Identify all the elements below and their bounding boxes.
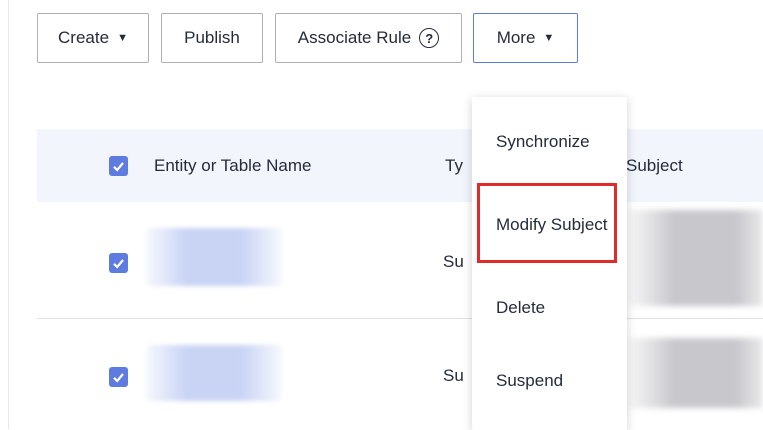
row-divider — [37, 318, 763, 319]
left-border — [8, 0, 9, 429]
checkmark-icon — [113, 161, 124, 172]
column-header-name[interactable]: Entity or Table Name — [154, 156, 311, 176]
associate-rule-button[interactable]: Associate Rule ? — [275, 13, 462, 63]
create-button[interactable]: Create ▼ — [37, 13, 149, 63]
caret-down-icon: ▼ — [117, 32, 128, 44]
publish-button[interactable]: Publish — [161, 13, 263, 63]
associate-rule-label: Associate Rule — [297, 28, 412, 47]
row-type-cell: Su — [443, 252, 464, 271]
menu-item-suspend[interactable]: Suspend — [472, 361, 627, 401]
row-checkbox[interactable] — [109, 367, 128, 387]
menu-item-modify-subject[interactable]: Modify Subject — [472, 205, 627, 245]
more-label: More — [496, 28, 536, 47]
redacted-subject — [627, 210, 763, 306]
checkmark-icon — [113, 372, 124, 383]
caret-down-icon: ▼ — [543, 32, 555, 44]
select-all-checkbox[interactable] — [109, 156, 128, 176]
menu-item-synchronize[interactable]: Synchronize — [472, 122, 627, 162]
create-label: Create — [58, 28, 110, 47]
more-button[interactable]: More ▼ — [473, 13, 578, 63]
menu-item-delete[interactable]: Delete — [472, 288, 627, 328]
publish-label: Publish — [184, 28, 240, 47]
row-checkbox[interactable] — [109, 253, 128, 273]
redacted-subject — [627, 338, 763, 408]
checkmark-icon — [113, 258, 124, 269]
help-icon[interactable]: ? — [419, 28, 440, 48]
row-type-cell: Su — [443, 366, 464, 385]
more-dropdown-menu: Synchronize Modify Subject Delete Suspen… — [472, 97, 627, 430]
redacted-entity-name — [146, 345, 282, 401]
column-header-type[interactable]: Ty — [445, 156, 463, 176]
redacted-entity-name — [146, 228, 282, 286]
column-header-subject[interactable]: Subject — [626, 156, 683, 176]
